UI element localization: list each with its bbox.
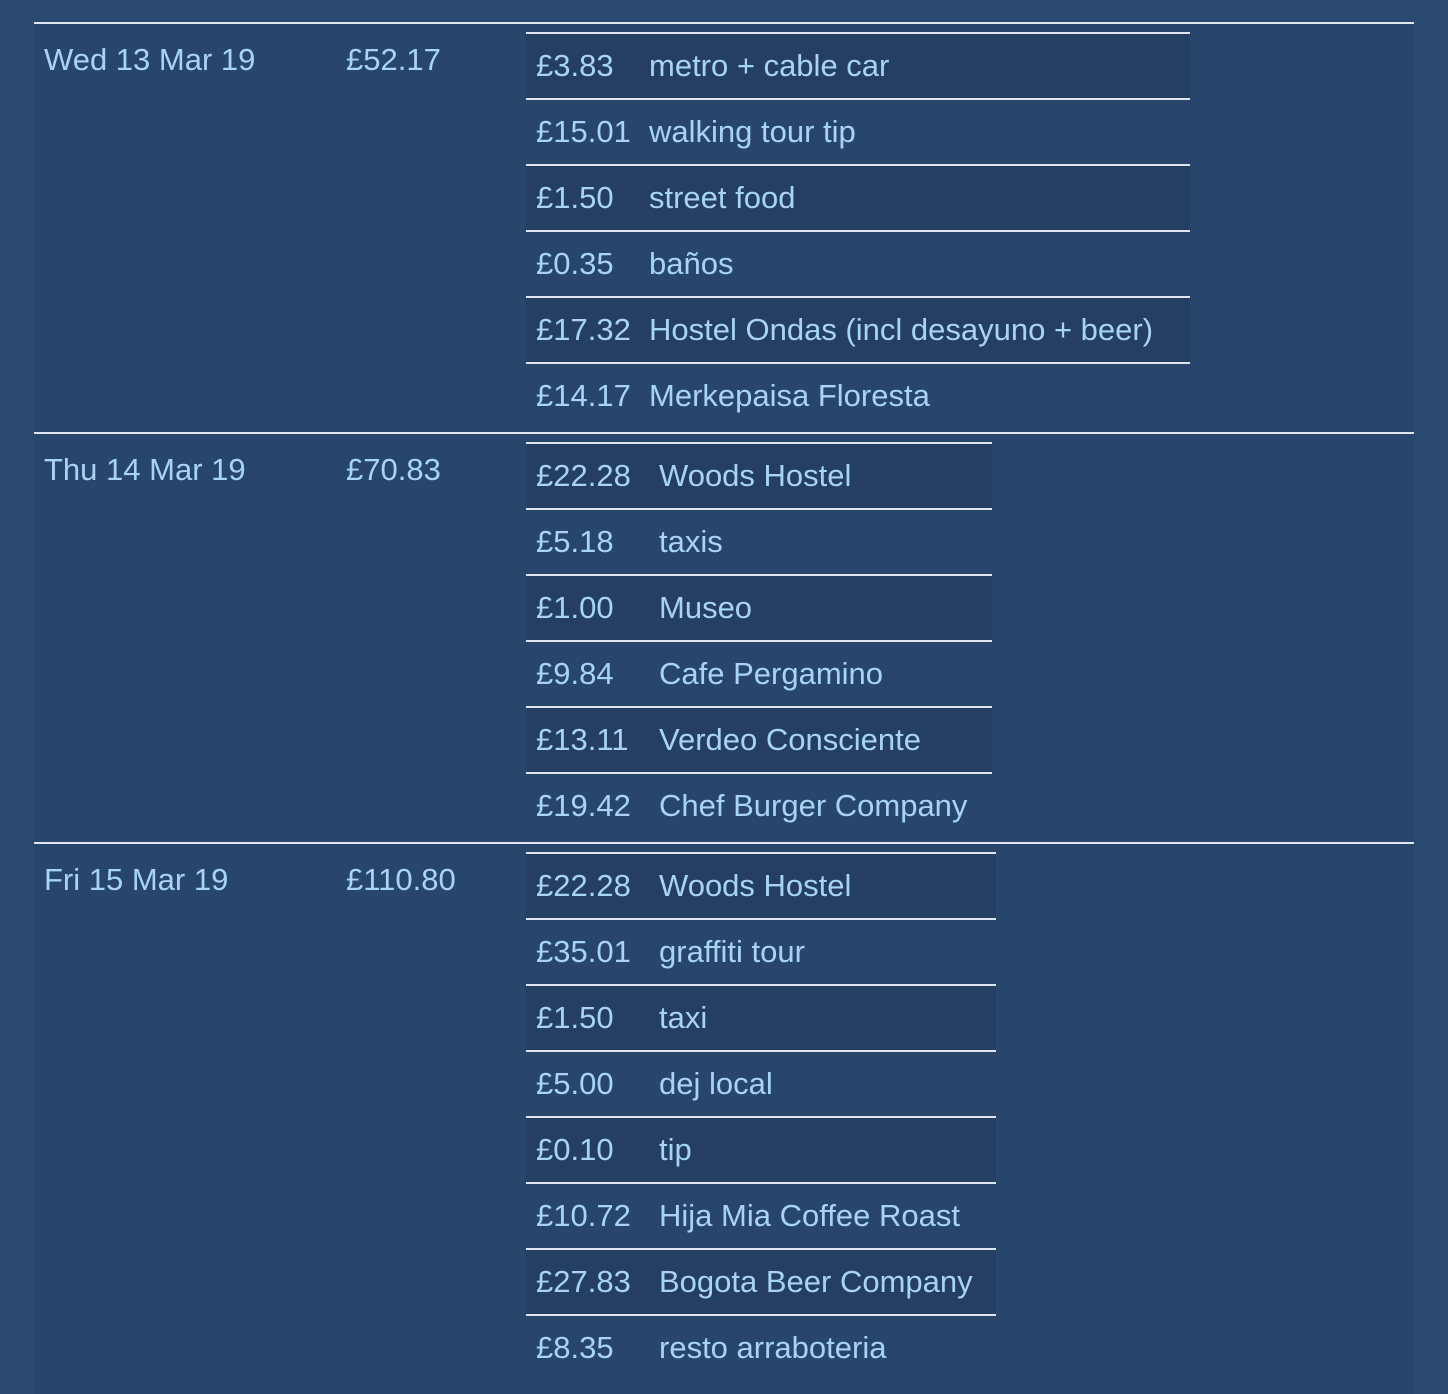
expense-amount: £14.17 [536, 378, 631, 413]
expense-amount: £15.01 [536, 114, 631, 149]
expense-item: £19.42 Chef Burger Company [526, 772, 992, 838]
expense-list: £22.28 Woods Hostel £5.18 taxis £1.00 Mu… [526, 434, 992, 842]
expense-item: £13.11 Verdeo Consciente [526, 706, 992, 772]
expense-amount: £9.84 [536, 656, 614, 691]
expense-amount: £8.35 [536, 1330, 614, 1365]
day-total: £110.80 [346, 862, 456, 897]
expense-item: £5.18 taxis [526, 508, 992, 574]
expense-item: £14.17 Merkepaisa Floresta [526, 362, 1190, 428]
day-row: Thu 14 Mar 19 £70.83 £22.28 Woods Hostel… [34, 432, 1414, 842]
expense-amount: £10.72 [536, 1198, 631, 1233]
day-row: Fri 15 Mar 19 £110.80 £22.28 Woods Hoste… [34, 842, 1414, 1384]
expense-amount: £1.50 [536, 1000, 614, 1035]
expense-item: £0.35 baños [526, 230, 1190, 296]
expense-description: Museo [659, 590, 753, 625]
expense-item: £0.10 tip [526, 1116, 996, 1182]
day-date: Thu 14 Mar 19 [44, 452, 246, 487]
expenses-table: Wed 13 Mar 19 £52.17 £3.83 metro + cable… [34, 22, 1414, 1394]
expense-amount: £35.01 [536, 934, 631, 969]
expense-description: Merkepaisa Floresta [649, 378, 930, 413]
expense-item: £27.83 Bogota Beer Company [526, 1248, 996, 1314]
expense-item: £1.00 Museo [526, 574, 992, 640]
expense-item: £10.72 Hija Mia Coffee Roast [526, 1182, 996, 1248]
expense-amount: £22.28 [536, 868, 631, 903]
expense-description: tip [659, 1132, 692, 1167]
expense-description: graffiti tour [659, 934, 805, 969]
expense-description: metro + cable car [649, 48, 890, 83]
expense-amount: £19.42 [536, 788, 631, 823]
expense-description: street food [649, 180, 796, 215]
expense-item: £15.01 walking tour tip [526, 98, 1190, 164]
expense-amount: £17.32 [536, 312, 631, 347]
expense-item: £35.01 graffiti tour [526, 918, 996, 984]
day-row: Wed 13 Mar 19 £52.17 £3.83 metro + cable… [34, 22, 1414, 432]
expense-description: Hostel Ondas (incl desayuno + beer) [649, 312, 1154, 347]
expense-description: Bogota Beer Company [659, 1264, 973, 1299]
expense-description: resto arraboteria [659, 1330, 887, 1365]
expense-description: dej local [659, 1066, 773, 1101]
expense-amount: £5.00 [536, 1066, 614, 1101]
day-date: Wed 13 Mar 19 [44, 42, 256, 77]
expense-description: Cafe Pergamino [659, 656, 884, 691]
expense-item: £8.35 resto arraboteria [526, 1314, 996, 1380]
expense-amount: £27.83 [536, 1264, 631, 1299]
expense-item: £9.84 Cafe Pergamino [526, 640, 992, 706]
expense-description: Chef Burger Company [659, 788, 968, 823]
expense-item: £3.83 metro + cable car [526, 32, 1190, 98]
expense-amount: £0.35 [536, 246, 614, 281]
expense-description: Woods Hostel [659, 458, 852, 493]
expense-description: taxis [659, 524, 723, 559]
day-total: £70.83 [346, 452, 441, 487]
expense-item: £1.50 taxi [526, 984, 996, 1050]
day-date: Fri 15 Mar 19 [44, 862, 229, 897]
expense-list: £22.28 Woods Hostel £35.01 graffiti tour… [526, 844, 996, 1384]
expense-item: £17.32 Hostel Ondas (incl desayuno + bee… [526, 296, 1190, 362]
expense-list: £3.83 metro + cable car £15.01 walking t… [526, 24, 1190, 432]
expense-amount: £1.00 [536, 590, 614, 625]
expense-description: Woods Hostel [659, 868, 852, 903]
expense-amount: £3.83 [536, 48, 614, 83]
expense-description: taxi [659, 1000, 708, 1035]
expense-item: £22.28 Woods Hostel [526, 852, 996, 918]
expense-item: £5.00 dej local [526, 1050, 996, 1116]
expense-amount: £13.11 [536, 722, 629, 757]
expense-amount: £22.28 [536, 458, 631, 493]
expense-description: baños [649, 246, 734, 281]
expense-amount: £1.50 [536, 180, 614, 215]
expense-amount: £0.10 [536, 1132, 614, 1167]
expense-item: £22.28 Woods Hostel [526, 442, 992, 508]
expense-amount: £5.18 [536, 524, 614, 559]
expense-description: walking tour tip [649, 114, 856, 149]
day-total: £52.17 [346, 42, 441, 77]
expense-description: Hija Mia Coffee Roast [659, 1198, 960, 1233]
expense-item: £1.50 street food [526, 164, 1190, 230]
expense-description: Verdeo Consciente [659, 722, 921, 757]
